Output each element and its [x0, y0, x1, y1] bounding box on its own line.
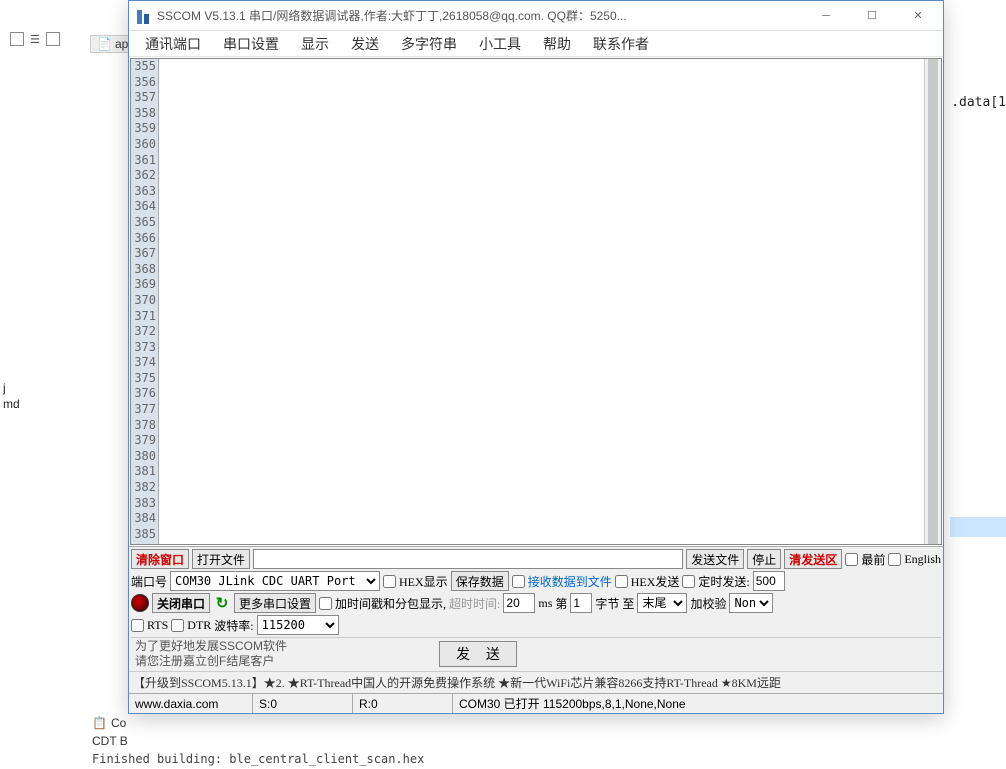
host-code-fragment: .data[1 — [951, 95, 1006, 110]
menu-help[interactable]: 帮助 — [533, 32, 581, 56]
english-checkbox[interactable] — [888, 553, 901, 566]
ad-row: 为了更好地发展SSCOM软件 请您注册嘉立创F结尾客户 发 送 — [131, 637, 941, 669]
baud-label: 波特率: — [214, 617, 253, 634]
topmost-label: 最前 — [861, 551, 885, 568]
open-file-button[interactable]: 打开文件 — [192, 549, 250, 569]
file-path-input[interactable] — [253, 549, 683, 569]
host-tree-fragment: j md — [0, 380, 23, 412]
checksum-label: 加校验 — [690, 595, 726, 612]
status-bar: www.daxia.com S:0 R:0 COM30 已打开 115200bp… — [129, 693, 943, 713]
dtr-checkbox[interactable] — [171, 619, 184, 632]
send-file-button[interactable]: 发送文件 — [686, 549, 744, 569]
control-panel: 清除窗口 打开文件 发送文件 停止 清发送区 最前 English 端口号 CO… — [129, 546, 943, 671]
receive-area: 3553563573583593603613623633643653663673… — [130, 58, 942, 545]
ms-label: ms — [538, 596, 552, 611]
row-rts: RTS DTR 波特率: 115200 — [131, 615, 941, 635]
titlebar[interactable]: SSCOM V5.13.1 串口/网络数据调试器,作者:大虾丁丁,2618058… — [129, 1, 943, 31]
window-icon — [46, 32, 60, 46]
nth-label: 第 — [555, 595, 567, 612]
status-recv: R:0 — [353, 694, 453, 713]
minimize-button[interactable]: ─ — [803, 2, 849, 30]
port-status-icon — [131, 594, 149, 612]
toolbar-glyph: ☰ — [30, 33, 40, 46]
maximize-button[interactable]: ☐ — [849, 2, 895, 30]
app-icon — [135, 8, 151, 24]
nth-input[interactable] — [570, 593, 592, 613]
host-toolbar: ☰ — [0, 25, 90, 53]
host-selection-highlight — [950, 517, 1006, 537]
status-url[interactable]: www.daxia.com — [129, 694, 253, 713]
receive-textarea[interactable] — [159, 59, 924, 544]
english-label: English — [904, 552, 941, 567]
menu-serial-settings[interactable]: 串口设置 — [213, 32, 289, 56]
promo-bar[interactable]: 【升级到SSCOM5.13.1】★2. ★RT-Thread中国人的开源免费操作… — [129, 671, 943, 693]
timeout-input[interactable] — [503, 593, 535, 613]
rts-checkbox[interactable] — [131, 619, 144, 632]
status-sent: S:0 — [253, 694, 353, 713]
dtr-label: DTR — [187, 618, 211, 633]
topmost-checkbox[interactable] — [845, 553, 858, 566]
row-close: 关闭串口 ↻ 更多串口设置 加时间戳和分包显示, 超时时间: ms 第 字节 至… — [131, 593, 941, 613]
hex-send-label: HEX发送 — [631, 573, 680, 590]
clear-window-button[interactable]: 清除窗口 — [131, 549, 189, 569]
timeout-label: 超时时间: — [449, 595, 500, 612]
port-label: 端口号 — [131, 573, 167, 590]
menu-send[interactable]: 发送 — [341, 32, 389, 56]
host-bottom-tab[interactable]: 📋 Co — [92, 716, 126, 730]
stop-button[interactable]: 停止 — [747, 549, 781, 569]
clear-send-button[interactable]: 清发送区 — [784, 549, 842, 569]
rts-label: RTS — [147, 618, 168, 633]
menubar: 通讯端口 串口设置 显示 发送 多字符串 小工具 帮助 联系作者 — [129, 31, 943, 57]
baud-select[interactable]: 115200 — [257, 615, 339, 635]
refresh-icon[interactable]: ↻ — [213, 594, 231, 612]
send-button[interactable]: 发 送 — [439, 641, 517, 667]
menu-multistring[interactable]: 多字符串 — [391, 32, 467, 56]
row-port: 端口号 COM30 JLink CDC UART Port HEX显示 保存数据… — [131, 571, 941, 591]
row-file: 清除窗口 打开文件 发送文件 停止 清发送区 最前 English — [131, 549, 941, 569]
timed-send-checkbox[interactable] — [682, 575, 695, 588]
menu-tools[interactable]: 小工具 — [469, 32, 531, 56]
byte-to-label: 字节 至 — [595, 595, 634, 612]
window-title: SSCOM V5.13.1 串口/网络数据调试器,作者:大虾丁丁,2618058… — [157, 7, 803, 24]
hex-send-checkbox[interactable] — [615, 575, 628, 588]
checksum-select[interactable]: None — [729, 593, 773, 613]
recv-to-file-checkbox[interactable] — [512, 575, 525, 588]
host-bottom-line: CDT B — [92, 734, 128, 748]
layout-icon — [10, 32, 24, 46]
vertical-scrollbar[interactable] — [924, 59, 941, 544]
close-port-button[interactable]: 关闭串口 — [152, 593, 210, 613]
recv-to-file-label: 接收数据到文件 — [528, 573, 612, 590]
menu-display[interactable]: 显示 — [291, 32, 339, 56]
ad-text: 为了更好地发展SSCOM软件 请您注册嘉立创F结尾客户 — [135, 639, 287, 668]
port-select[interactable]: COM30 JLink CDC UART Port — [170, 571, 380, 591]
timed-send-label: 定时发送: — [698, 573, 749, 590]
sscom-window: SSCOM V5.13.1 串口/网络数据调试器,作者:大虾丁丁,2618058… — [128, 0, 944, 714]
file-icon: 📄 — [97, 37, 112, 51]
close-button[interactable]: ✕ — [895, 2, 941, 30]
menu-port[interactable]: 通讯端口 — [135, 32, 211, 56]
line-gutter: 3553563573583593603613623633643653663673… — [131, 59, 159, 544]
end-select[interactable]: 末尾 — [637, 593, 687, 613]
timestamp-label: 加时间戳和分包显示, — [335, 595, 446, 612]
more-settings-button[interactable]: 更多串口设置 — [234, 593, 316, 613]
timestamp-checkbox[interactable] — [319, 597, 332, 610]
menu-contact[interactable]: 联系作者 — [583, 32, 659, 56]
hex-show-label: HEX显示 — [399, 573, 448, 590]
save-data-button[interactable]: 保存数据 — [451, 571, 509, 591]
hex-show-checkbox[interactable] — [383, 575, 396, 588]
status-port-info: COM30 已打开 115200bps,8,1,None,None — [453, 694, 943, 713]
host-status: Finished building: ble_central_client_sc… — [92, 752, 424, 766]
timed-send-value[interactable] — [753, 571, 785, 591]
